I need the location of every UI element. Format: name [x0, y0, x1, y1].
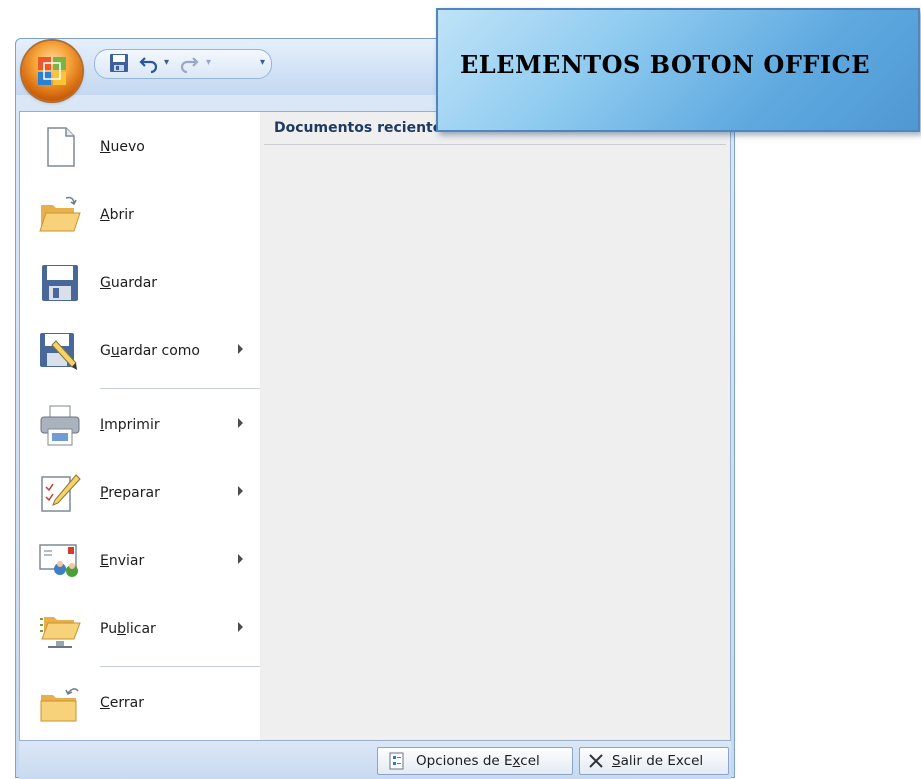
menu-item-abrir[interactable]: Abrir: [20, 184, 260, 246]
menu-item-enviar[interactable]: Enviar: [20, 530, 260, 592]
menu-item-publicar[interactable]: Publicar: [20, 598, 260, 660]
customize-toolbar-icon[interactable]: ▾: [260, 57, 265, 68]
open-folder-icon: [39, 196, 81, 232]
menu-item-imprimir[interactable]: Imprimir: [20, 394, 260, 456]
undo-dropdown-icon[interactable]: ▾: [164, 57, 169, 68]
new-document-icon: [47, 127, 75, 167]
save-as-icon: [40, 333, 77, 370]
menu-item-label: Cerrar: [100, 695, 144, 711]
menu-item-label: Guardar como: [100, 343, 200, 359]
publish-icon: [40, 617, 81, 648]
menu-item-label: Publicar: [100, 621, 156, 637]
menu-item-label: Preparar: [100, 485, 160, 501]
recent-documents-pane: Documentos recientes: [260, 112, 730, 740]
menu-item-preparar[interactable]: Preparar: [20, 462, 260, 524]
undo-icon[interactable]: [138, 52, 160, 74]
submenu-arrow-icon: [238, 554, 243, 564]
excel-options-button[interactable]: Opciones de Excel: [377, 747, 573, 775]
close-folder-icon: [40, 688, 79, 722]
excel-window: ▾ ▾ ▾ Nuevo Abrir Guardar Guardar como I…: [15, 38, 735, 779]
menu-item-guardar[interactable]: Guardar: [20, 252, 260, 314]
menu-item-cerrar[interactable]: Cerrar: [20, 672, 260, 734]
save-icon[interactable]: [108, 52, 130, 74]
menu-item-guardar-como[interactable]: Guardar como: [20, 320, 260, 382]
menu-item-label: Abrir: [100, 207, 134, 223]
office-logo-icon: [38, 57, 66, 85]
exit-excel-button[interactable]: Salir de Excel: [579, 747, 729, 775]
menu-item-label: Imprimir: [100, 417, 160, 433]
submenu-arrow-icon: [238, 622, 243, 632]
office-menu: Nuevo Abrir Guardar Guardar como Imprimi…: [19, 111, 731, 741]
office-button[interactable]: [22, 41, 82, 101]
menu-item-nuevo[interactable]: Nuevo: [20, 116, 260, 178]
menu-item-label: Enviar: [100, 553, 145, 569]
send-icon: [39, 544, 78, 577]
menu-item-label: Guardar: [100, 275, 158, 291]
menu-footer: Opciones de Excel Salir de Excel: [19, 741, 731, 779]
save-icon: [42, 265, 78, 301]
submenu-arrow-icon: [238, 486, 243, 496]
submenu-arrow-icon: [238, 418, 243, 428]
redo-icon[interactable]: [178, 52, 200, 74]
recent-documents-divider: [264, 144, 726, 145]
menu-separator: [100, 666, 260, 667]
title-banner: ELEMENTOS BOTON OFFICE: [436, 8, 920, 132]
submenu-arrow-icon: [238, 344, 243, 354]
excel-options-label: Opciones de Excel: [416, 753, 540, 769]
menu-commands-pane: Nuevo Abrir Guardar Guardar como Imprimi…: [20, 112, 261, 740]
close-icon: [589, 754, 603, 768]
options-icon: [389, 752, 404, 770]
menu-separator: [100, 388, 260, 389]
recent-documents-title: Documentos recientes: [274, 120, 451, 136]
menu-item-label: Nuevo: [100, 139, 145, 155]
prepare-icon: [41, 474, 81, 512]
banner-title: ELEMENTOS BOTON OFFICE: [460, 50, 871, 79]
exit-excel-label: Salir de Excel: [612, 753, 704, 769]
printer-icon: [40, 405, 80, 446]
redo-dropdown-icon[interactable]: ▾: [206, 57, 211, 68]
